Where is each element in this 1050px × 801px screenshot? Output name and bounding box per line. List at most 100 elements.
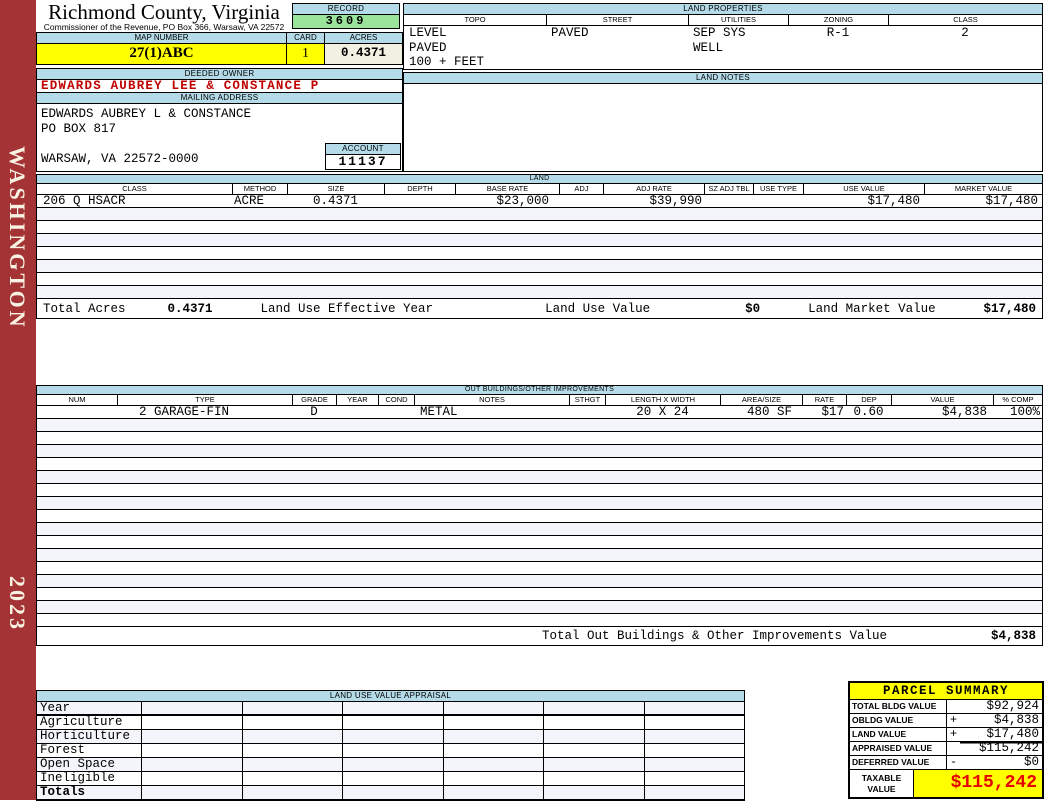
cell (292, 549, 336, 561)
table-empty-row (37, 221, 1042, 234)
cell (37, 497, 117, 509)
cell (559, 247, 603, 259)
cell: 0.60 (853, 406, 884, 418)
cell (378, 614, 414, 626)
table-empty-row (37, 260, 1042, 273)
cell (993, 588, 1042, 600)
cell (287, 273, 384, 285)
cell (846, 536, 891, 548)
cell (292, 536, 336, 548)
cell (384, 208, 455, 220)
out-buildings-total-label: Total Out Buildings & Other Improvements… (542, 629, 888, 643)
cell (141, 702, 242, 715)
mailing-line: EDWARDS AUBREY L & CONSTANCE (41, 107, 252, 121)
out-buildings-totals-row: Total Out Buildings & Other Improvements… (37, 627, 1042, 645)
county-label: WASHINGTON (5, 146, 30, 330)
cell (569, 406, 605, 418)
column-header: NUM (68, 395, 86, 404)
cell: 2 GARAGE-FIN (139, 406, 230, 418)
land-notes-section: LAND NOTES (403, 72, 1043, 172)
cell (414, 549, 569, 561)
cell (378, 523, 414, 535)
cell: $4,838 (941, 406, 987, 418)
cell (846, 588, 891, 600)
table-empty-row (37, 471, 1042, 484)
cell (993, 562, 1042, 574)
cell (846, 497, 891, 509)
cell (378, 575, 414, 587)
land-property-value: R-1 (826, 26, 850, 40)
cell (802, 445, 846, 457)
land-use-appraisal-rows: Year Agriculture Horticulture Forest Open Sp… (37, 702, 744, 800)
cell (993, 536, 1042, 548)
summary-value: $4,838 (960, 714, 1042, 728)
taxable-value: $115,242 (914, 770, 1042, 797)
cell (336, 471, 378, 483)
cell (720, 614, 802, 626)
cell (993, 484, 1042, 496)
cell (803, 273, 924, 285)
land-column-headers: CLASS METHOD SIZE DEPTH BASE RATE ADJ ADJ RATE… (37, 184, 1042, 195)
cell (336, 510, 378, 522)
cell (378, 406, 414, 418)
record-box: RECORD 3609 (292, 3, 400, 29)
cell (414, 523, 569, 535)
cell (378, 458, 414, 470)
table-empty-row (37, 614, 1042, 627)
cell (117, 419, 292, 431)
cell (232, 260, 287, 272)
cell (384, 221, 455, 233)
cell (803, 208, 924, 220)
record-value: 3609 (292, 15, 400, 29)
cell (802, 575, 846, 587)
cell (891, 575, 993, 587)
cell (37, 458, 117, 470)
column-header: YEAR (336, 395, 378, 405)
parcel-summary-rows: TOTAL BLDG VALUE $92,924 OBLDG VALUE + $4,83… (850, 700, 1042, 770)
cell (442, 716, 544, 729)
cell (414, 445, 569, 457)
cell (643, 730, 745, 743)
cell (720, 445, 802, 457)
cell (117, 536, 292, 548)
column-header: TYPE (117, 395, 292, 405)
cell (241, 730, 343, 743)
cell (37, 419, 117, 431)
cell (342, 730, 443, 743)
cell (292, 432, 336, 444)
land-notes-content (404, 84, 1042, 170)
cell (802, 601, 846, 613)
column-header: NOTES (414, 395, 569, 405)
cell (753, 195, 803, 207)
cell (891, 510, 993, 522)
cell (336, 458, 378, 470)
table-empty-row (37, 510, 1042, 523)
cell (720, 549, 802, 561)
cell (141, 772, 242, 785)
cell (605, 562, 720, 574)
cell (455, 234, 559, 246)
column-header: ADJ RATE (603, 184, 704, 194)
cell (241, 702, 343, 715)
land-properties-values: LEVEL PAVED 100 + FEET PAVED SEP SYS WELL R… (404, 26, 1042, 70)
cell (753, 286, 803, 298)
cell (455, 260, 559, 272)
cell (37, 208, 232, 220)
cell (993, 510, 1042, 522)
cell (846, 471, 891, 483)
cell (802, 432, 846, 444)
cell (891, 419, 993, 431)
land-use-value-label: Land Use Value (545, 301, 651, 316)
cell (846, 575, 891, 587)
cell (543, 730, 644, 743)
cell (846, 419, 891, 431)
land-totals-row: Total Acres 0.4371 Land Use Effective Ye… (37, 299, 1042, 318)
cell (378, 510, 414, 522)
cell (802, 497, 846, 509)
cell (442, 786, 544, 799)
map-number-value: 27(1)ABC (36, 44, 287, 65)
table-empty-row (37, 536, 1042, 549)
cell (292, 588, 336, 600)
cell (287, 208, 384, 220)
cell (846, 458, 891, 470)
